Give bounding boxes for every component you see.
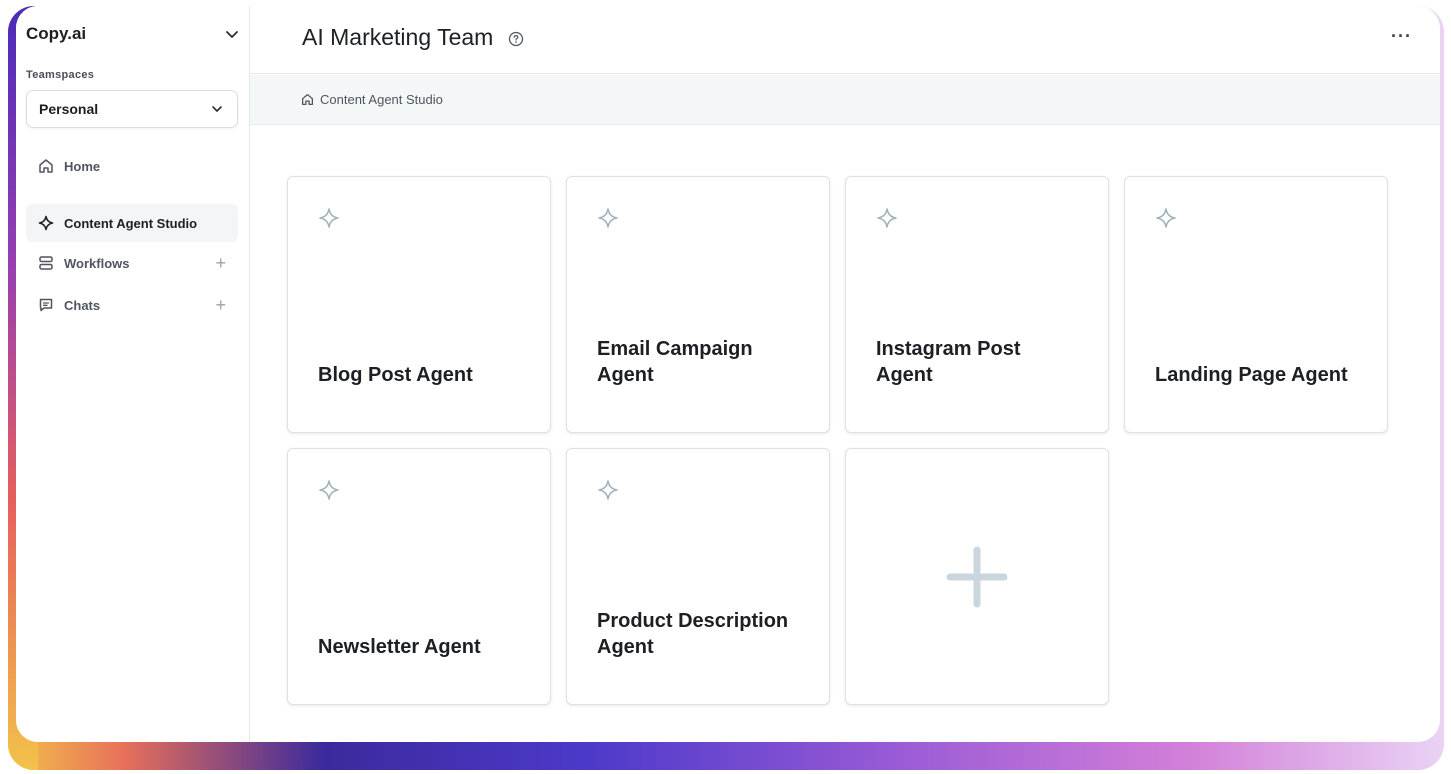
- top-bar: AI Marketing Team ···: [250, 6, 1440, 74]
- sparkle-icon: [876, 207, 898, 229]
- agent-card[interactable]: Newsletter Agent: [287, 448, 551, 705]
- sparkle-icon: [318, 479, 340, 501]
- sparkle-diamond-icon: [38, 215, 54, 231]
- agent-card[interactable]: Blog Post Agent: [287, 176, 551, 433]
- home-icon: [301, 93, 314, 106]
- agent-card-title: Instagram Post Agent: [876, 338, 1021, 386]
- brand-name: Copy.ai: [26, 24, 87, 43]
- sparkle-icon: [1155, 207, 1177, 229]
- sparkle-icon: [597, 479, 619, 501]
- teamspace-selected-value: Personal: [39, 101, 99, 117]
- breadcrumb-label: Content Agent Studio: [320, 92, 443, 107]
- sidebar: Copy.ai Teamspaces Personal Home Content…: [16, 6, 250, 742]
- more-options-button[interactable]: ···: [1391, 26, 1412, 47]
- sidebar-item-chats[interactable]: Chats +: [26, 286, 238, 324]
- main-content: AI Marketing Team ··· Content Agent Stud…: [250, 6, 1440, 742]
- agent-card-title: Blog Post Agent: [318, 364, 473, 386]
- window-frame: Copy.ai Teamspaces Personal Home Content…: [8, 6, 1444, 770]
- workspace-switcher[interactable]: Copy.ai: [26, 24, 240, 44]
- workflow-icon: [38, 255, 54, 271]
- agent-card-title: Product Description Agent: [597, 610, 789, 658]
- sidebar-item-label: Workflows: [64, 255, 130, 271]
- help-icon[interactable]: [508, 31, 524, 47]
- breadcrumb[interactable]: Content Agent Studio: [301, 92, 443, 107]
- sidebar-item-label: Chats: [64, 297, 101, 313]
- sidebar-item-label: Home: [64, 158, 101, 174]
- chevron-down-icon: [224, 26, 240, 42]
- chat-icon: [38, 297, 54, 313]
- agent-card[interactable]: Email Campaign Agent: [566, 176, 830, 433]
- teamspace-select[interactable]: Personal: [26, 90, 238, 128]
- add-chat-button[interactable]: +: [215, 295, 226, 316]
- sidebar-item-home[interactable]: Home: [26, 147, 238, 185]
- app-window: Copy.ai Teamspaces Personal Home Content…: [16, 6, 1440, 742]
- agent-card[interactable]: Landing Page Agent: [1124, 176, 1388, 433]
- sidebar-item-label: Content Agent Studio: [64, 215, 198, 231]
- breadcrumb-bar: Content Agent Studio: [250, 75, 1440, 125]
- plus-icon: [946, 546, 1008, 608]
- sidebar-item-workflows[interactable]: Workflows +: [26, 244, 238, 282]
- page-title: AI Marketing Team: [302, 24, 494, 50]
- agent-card-title: Newsletter Agent: [318, 636, 481, 658]
- home-icon: [38, 158, 54, 174]
- sparkle-icon: [318, 207, 340, 229]
- sparkle-icon: [597, 207, 619, 229]
- sidebar-item-content-agent-studio[interactable]: Content Agent Studio: [26, 204, 238, 242]
- teamspaces-label: Teamspaces: [26, 69, 95, 81]
- agent-card-title: Email Campaign Agent: [597, 338, 753, 386]
- add-workflow-button[interactable]: +: [215, 253, 226, 274]
- agent-card[interactable]: Instagram Post Agent: [845, 176, 1109, 433]
- chevron-down-icon: [209, 101, 225, 117]
- agent-card-title: Landing Page Agent: [1155, 364, 1348, 386]
- agent-card[interactable]: Product Description Agent: [566, 448, 830, 705]
- add-agent-card[interactable]: [845, 448, 1109, 705]
